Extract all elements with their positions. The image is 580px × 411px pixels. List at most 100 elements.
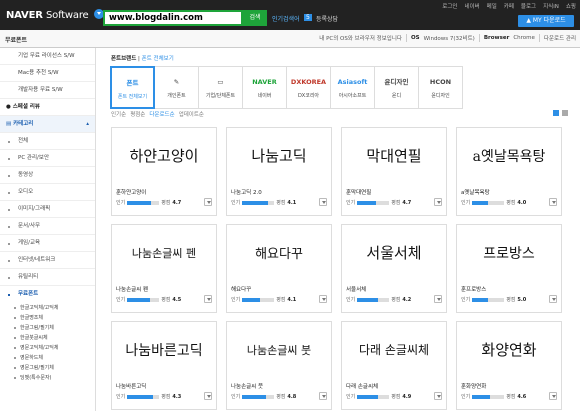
category-tab-4[interactable]: DXKOREA DX코리아 [286, 66, 331, 109]
my-download-button[interactable]: ▲ MY 다운로드 [518, 15, 574, 27]
sidebar-item-video[interactable]: 동영상 [0, 167, 95, 184]
search-input[interactable] [105, 12, 241, 24]
sidebar-item-internet[interactable]: 인터넷/네트워크 [0, 252, 95, 269]
sidebar-item-enterprise[interactable]: 기업 무료 라이선스 S/W [0, 48, 95, 65]
category-tab-2[interactable]: ▭ 기업/단체폰트 [198, 66, 243, 109]
download-icon[interactable] [549, 198, 557, 206]
sort-option-1[interactable]: 평점순 [130, 110, 145, 118]
font-name[interactable]: 서울서체 [346, 285, 366, 293]
sidebar-item-audio[interactable]: 오디오 [0, 184, 95, 201]
util-kin[interactable]: 지식iN [543, 2, 559, 10]
download-icon[interactable] [204, 392, 212, 400]
font-preview[interactable]: 서울서체 [342, 225, 446, 280]
download-icon[interactable] [549, 295, 557, 303]
sidebar-item-category[interactable]: ▤ 카테고리 ▴ [0, 116, 95, 133]
sidebar-subitem[interactable]: 한글그림/필기체 [0, 323, 95, 333]
sidebar-item-document[interactable]: 문서/사무 [0, 218, 95, 235]
font-card[interactable]: 하얀고양이 훈하얀고양이 인기 평점 4.7 [111, 127, 217, 216]
font-name[interactable]: 훈화양연화 [461, 382, 486, 390]
font-card[interactable]: 프로방스 훈프로방스 인기 평점 5.0 [456, 224, 562, 313]
font-name[interactable]: 훈하얀고양이 [116, 188, 146, 196]
naver-software-logo[interactable]: NAVER Software [6, 9, 104, 21]
download-icon[interactable] [549, 392, 557, 400]
font-card[interactable]: 막대연필 훈막대연필 인기 평점 4.7 [341, 127, 447, 216]
font-card[interactable]: 다래 손글씨체 다래 손글씨체 인기 평점 4.9 [341, 321, 447, 410]
search-button[interactable]: 검색 [243, 10, 267, 26]
font-name[interactable]: 다래 손글씨체 [346, 382, 378, 390]
sort-option-2[interactable]: 다운로드순 [149, 110, 174, 118]
download-icon[interactable] [204, 295, 212, 303]
sidebar-subitem[interactable]: 영문그림/필기체 [0, 363, 95, 373]
registration-link[interactable]: 등록상담 [316, 14, 338, 23]
sidebar-item-special-review[interactable]: ● 스페셜 리뷰 [0, 99, 95, 116]
category-tab-5[interactable]: Asiasoft 아시아소프트 [330, 66, 375, 109]
category-tab-6[interactable]: 윤디자인 윤디 [374, 66, 419, 109]
download-icon[interactable] [319, 198, 327, 206]
font-preview[interactable]: 나눔손글씨 펜 [112, 225, 216, 280]
sidebar-item-image[interactable]: 이미지/그래픽 [0, 201, 95, 218]
util-blog[interactable]: 블로그 [521, 2, 536, 10]
sidebar-item-free-fonts[interactable]: 무료폰트 [0, 286, 95, 303]
font-card[interactable]: 해요다꾸 해요다꾸 인기 평점 4.1 [226, 224, 332, 313]
download-icon[interactable] [319, 392, 327, 400]
font-preview[interactable]: 해요다꾸 [227, 225, 331, 280]
sidebar-item-pc-security[interactable]: PC 관리/보안 [0, 150, 95, 167]
font-name[interactable]: 해요다꾸 [231, 285, 251, 293]
font-name[interactable]: 나눔바른고딕 [116, 382, 146, 390]
font-preview[interactable]: 하얀고양이 [112, 128, 216, 183]
font-card[interactable]: a옛날목욕탕 a옛날목욕탕 인기 평점 4.0 [456, 127, 562, 216]
font-preview[interactable]: a옛날목욕탕 [457, 128, 561, 183]
font-name[interactable]: 훈막대연필 [346, 188, 371, 196]
util-naver[interactable]: 네이버 [464, 2, 479, 10]
popular-search-link[interactable]: 인기검색어 [272, 14, 300, 23]
sidebar-item-all[interactable]: 전체 [0, 133, 95, 150]
font-name[interactable]: a옛날목욕탕 [461, 188, 490, 196]
category-tab-1[interactable]: ✎ 개인폰트 [154, 66, 199, 109]
list-view-icon[interactable] [562, 110, 568, 116]
category-tab-3[interactable]: NAVER 네이버 [242, 66, 287, 109]
download-manage-link[interactable]: 다운로드 관리 [544, 34, 576, 42]
font-card[interactable]: 서울서체 서울서체 인기 평점 4.2 [341, 224, 447, 313]
breadcrumb-link[interactable]: 폰트 전체보기 [142, 56, 174, 62]
font-preview[interactable]: 프로방스 [457, 225, 561, 280]
font-name[interactable]: 나눔손글씨 펜 [116, 285, 148, 293]
font-card[interactable]: 나눔바른고딕 나눔바른고딕 인기 평점 4.3 [111, 321, 217, 410]
font-card[interactable]: 나눔손글씨 펜 나눔손글씨 펜 인기 평점 4.5 [111, 224, 217, 313]
download-icon[interactable] [434, 295, 442, 303]
font-preview[interactable]: 다래 손글씨체 [342, 322, 446, 377]
download-icon[interactable] [204, 198, 212, 206]
font-name[interactable]: 나눔손글씨 붓 [231, 382, 263, 390]
download-icon[interactable] [434, 198, 442, 206]
util-login[interactable]: 로그인 [442, 2, 457, 10]
font-card[interactable]: 화양연화 훈화양연화 인기 평점 4.6 [456, 321, 562, 410]
download-icon[interactable] [434, 392, 442, 400]
sort-option-3[interactable]: 업데이트순 [179, 110, 204, 118]
font-preview[interactable]: 나눔고딕 [227, 128, 331, 183]
util-shopping[interactable]: 쇼핑 [566, 2, 576, 10]
category-tab-7[interactable]: HCON 윤디자인 [418, 66, 463, 109]
sidebar-subitem[interactable]: 딩벳(특수문자) [0, 373, 95, 383]
sidebar-item-utility[interactable]: 유틸리티 [0, 269, 95, 286]
grid-view-icon[interactable] [553, 110, 559, 116]
font-preview[interactable]: 나눔바른고딕 [112, 322, 216, 377]
font-preview[interactable]: 화양연화 [457, 322, 561, 377]
font-card[interactable]: 나눔고딕 나눔고딕 2.0 인기 평점 4.1 [226, 127, 332, 216]
sidebar-item-mac[interactable]: Mac용 추천 S/W [0, 65, 95, 82]
sidebar-subitem[interactable]: 영문하드체 [0, 353, 95, 363]
font-name[interactable]: 훈프로방스 [461, 285, 486, 293]
sort-option-0[interactable]: 인기순 [111, 110, 126, 118]
category-tab-0[interactable]: 폰트 폰트 전체보기 [110, 66, 155, 109]
sidebar-subitem[interactable]: 한글고딕체/고딕체 [0, 303, 95, 313]
sidebar-subitem[interactable]: 한글붓글씨체 [0, 333, 95, 343]
util-mail[interactable]: 메일 [487, 2, 497, 10]
sidebar-subitem[interactable]: 한글명조체 [0, 313, 95, 323]
sidebar-subitem[interactable]: 영문고딕체/고딕체 [0, 343, 95, 353]
font-name[interactable]: 나눔고딕 2.0 [231, 188, 262, 196]
font-card[interactable]: 나눔손글씨 붓 나눔손글씨 붓 인기 평점 4.8 [226, 321, 332, 410]
download-icon[interactable] [319, 295, 327, 303]
sidebar-item-developer[interactable]: 개발자용 무료 S/W [0, 82, 95, 99]
font-preview[interactable]: 막대연필 [342, 128, 446, 183]
util-cafe[interactable]: 카페 [504, 2, 514, 10]
sidebar-item-game[interactable]: 게임/교육 [0, 235, 95, 252]
font-preview[interactable]: 나눔손글씨 붓 [227, 322, 331, 377]
